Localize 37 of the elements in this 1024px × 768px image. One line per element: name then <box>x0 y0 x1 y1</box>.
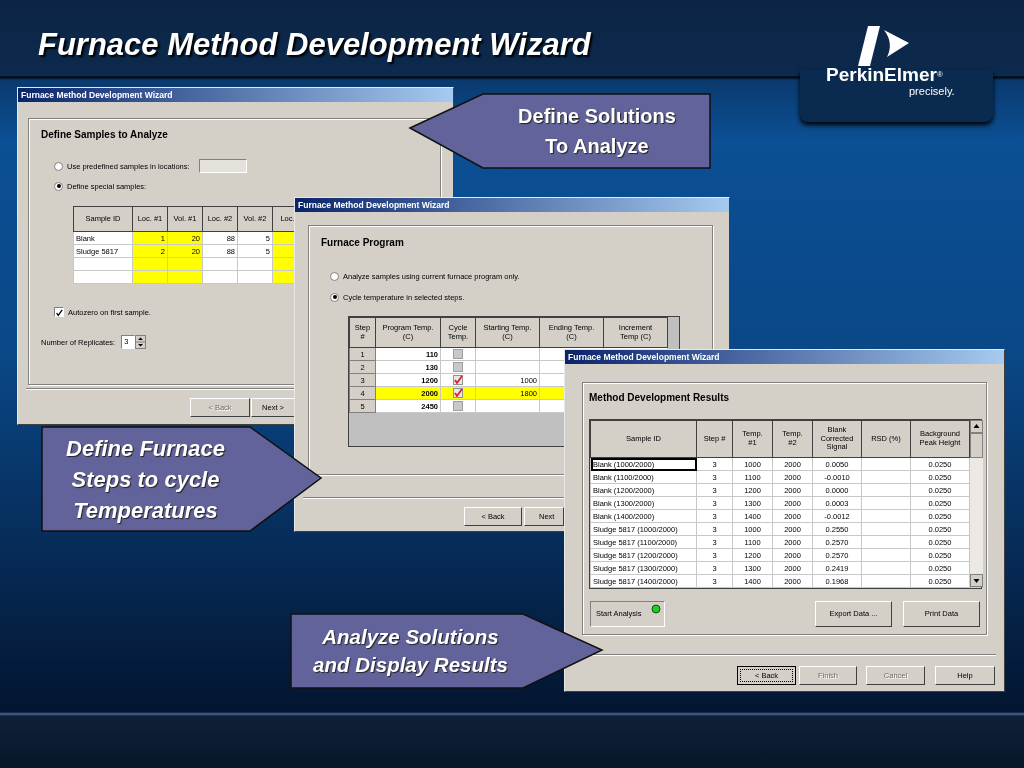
checkbox[interactable] <box>453 388 463 398</box>
window-title: Furnace Method Development Wizard <box>565 350 1004 364</box>
logo-icon <box>856 26 910 68</box>
section-heading: Method Development Results <box>589 391 730 405</box>
checkbox[interactable] <box>453 349 463 359</box>
window-title: Furnace Method Development Wizard <box>18 88 453 102</box>
brand-tagline: precisely. <box>909 85 955 98</box>
table-cell <box>861 535 911 549</box>
brand-name: PerkinElmer$^{®}$ <box>826 64 943 86</box>
section-heading: Define Samples to Analyze <box>41 128 168 142</box>
status-light-icon <box>651 604 661 614</box>
table-cell <box>861 496 911 510</box>
table-cell <box>861 483 911 497</box>
checkbox[interactable] <box>453 401 463 411</box>
callout-text: Define Solutions To Analyze <box>518 104 676 159</box>
table-cell <box>861 457 911 471</box>
radio-button[interactable] <box>330 271 339 281</box>
checkbox[interactable] <box>54 307 64 317</box>
callout-text: Define Furnace Steps to cycle Temperatures <box>66 434 225 525</box>
table-cell <box>861 470 911 484</box>
table-cell <box>861 548 911 562</box>
checkbox[interactable] <box>453 375 463 385</box>
radio-button[interactable] <box>54 181 63 191</box>
table-cell <box>861 509 911 523</box>
table-cell <box>861 574 911 588</box>
radio-button[interactable] <box>330 292 339 302</box>
radio-button[interactable] <box>54 161 63 171</box>
slide-title: Furnace Method Development Wizard <box>38 26 591 64</box>
spin-buttons[interactable] <box>135 335 147 349</box>
table-cell <box>861 522 911 536</box>
table-cell <box>861 561 911 575</box>
window-title: Furnace Method Development Wizard <box>295 198 729 212</box>
checkbox[interactable] <box>453 362 463 372</box>
locations-field[interactable] <box>198 159 247 173</box>
section-heading: Furnace Program <box>321 236 404 250</box>
scrollbar[interactable] <box>970 420 983 587</box>
callout-text: Analyze Solutions and Display Results <box>313 624 508 678</box>
